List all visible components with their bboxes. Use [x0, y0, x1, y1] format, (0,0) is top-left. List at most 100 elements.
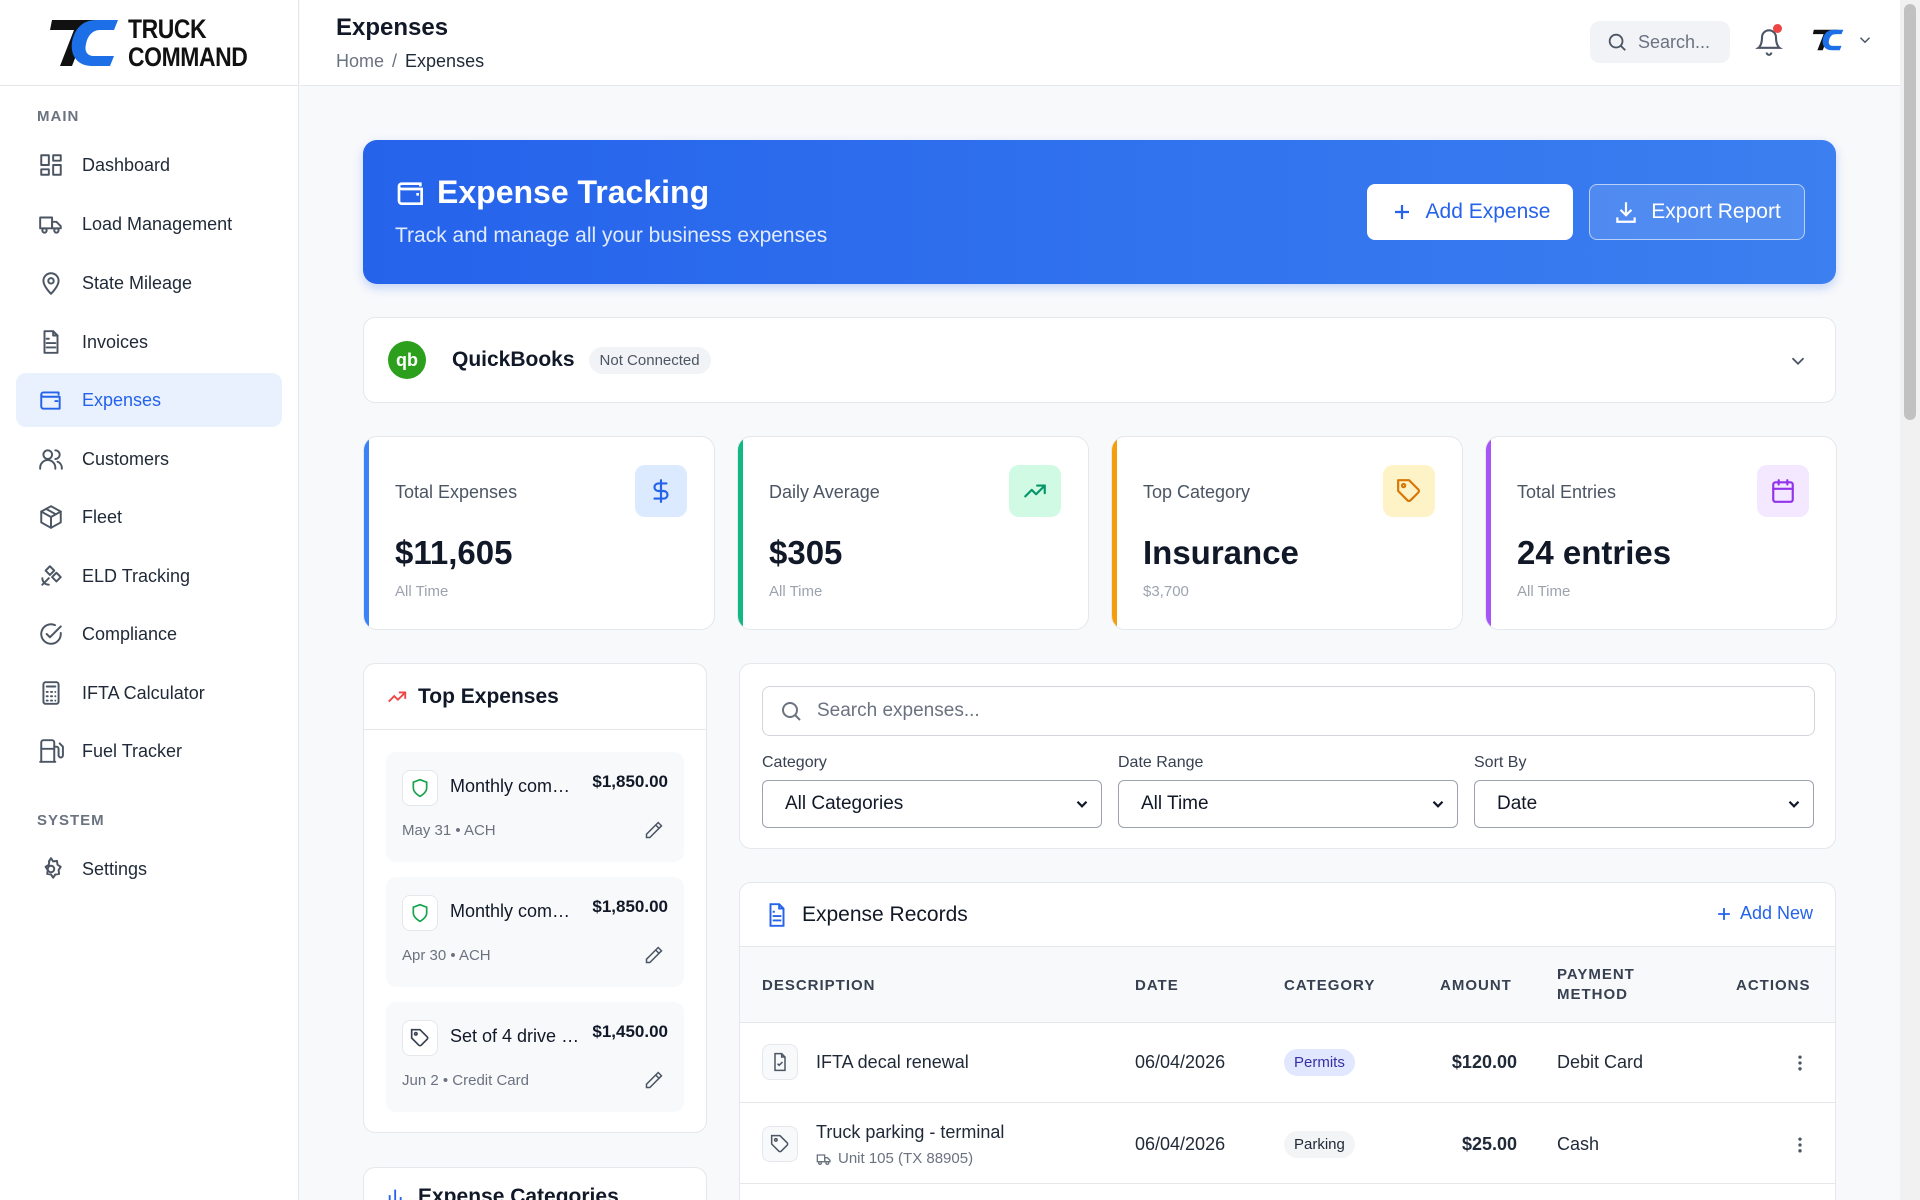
column-header-payment-line1: PAYMENT [1557, 966, 1635, 983]
sidebar-item-load-management[interactable]: Load Management [16, 197, 282, 251]
expense-records-table: DESCRIPTION DATE CATEGORY AMOUNT PAYMENT… [740, 947, 1835, 1184]
brand-name: TRUCK COMMAND [128, 13, 248, 72]
breadcrumb-home[interactable]: Home [336, 51, 384, 72]
stat-sub: All Time [395, 583, 449, 600]
stat-value: $305 [769, 534, 843, 571]
sidebar-item-fuel-tracker[interactable]: Fuel Tracker [16, 724, 282, 778]
bar-chart-icon [388, 1189, 402, 1200]
quickbooks-panel[interactable]: qb QuickBooks Not Connected [363, 317, 1836, 403]
breadcrumb-current: Expenses [405, 51, 485, 71]
add-expense-button[interactable]: Add Expense [1367, 184, 1573, 240]
sidebar-item-label: Customers [82, 448, 170, 469]
item-meta: Apr 30 • ACH [402, 947, 491, 964]
stat-label: Top Category [1143, 482, 1251, 502]
sort-by-select[interactable]: Date [1474, 780, 1814, 828]
date-range-label: Date Range [1118, 754, 1204, 771]
column-header-payment-method[interactable]: PAYMENT METHOD [1557, 965, 1635, 1005]
table-row[interactable]: IFTA decal renewal 06/04/2026 Permits $1… [740, 1023, 1835, 1103]
download-icon [1616, 202, 1636, 223]
sidebar-item-expenses[interactable]: Expenses [16, 373, 282, 427]
sidebar-item-dashboard[interactable]: Dashboard [16, 138, 282, 192]
trending-up-icon [1024, 484, 1046, 498]
sidebar-item-fleet[interactable]: Fleet [16, 490, 282, 544]
category-select-value: All Categories [785, 793, 904, 814]
shield-icon [412, 778, 428, 798]
sidebar-item-compliance[interactable]: Compliance [16, 607, 282, 661]
notifications-button[interactable] [1755, 24, 1783, 61]
stat-label: Total Entries [1517, 482, 1617, 502]
more-vertical-icon[interactable] [1790, 1135, 1810, 1155]
sidebar-item-state-mileage[interactable]: State Mileage [16, 256, 282, 310]
nav-section-main: MAIN [37, 108, 80, 125]
row-amount: $120.00 [1451, 1052, 1517, 1072]
date-range-select[interactable]: All Time [1118, 780, 1458, 828]
chevron-down-icon[interactable] [1787, 350, 1809, 372]
tag-icon [410, 1028, 429, 1047]
truck-icon [816, 1153, 831, 1165]
sidebar-item-label: Load Management [82, 213, 233, 234]
list-item[interactable]: Monthly commercial insurance premium $1,… [386, 877, 684, 987]
sidebar-item-label: Invoices [82, 331, 149, 352]
file-check-icon [774, 1052, 786, 1072]
row-date: 06/04/2026 [1135, 1052, 1226, 1072]
avatar-logo-icon [1812, 29, 1844, 51]
row-icon-box [762, 1044, 798, 1080]
sidebar-item-eld-tracking[interactable]: ELD Tracking [16, 549, 282, 603]
nav-section-system: SYSTEM [37, 812, 105, 829]
table-row[interactable]: Truck parking - terminal Unit 105 (TX 88… [740, 1104, 1835, 1184]
date-range-filter: Date Range All Time [1118, 754, 1458, 828]
sidebar-item-ifta-calculator[interactable]: IFTA Calculator [16, 666, 282, 720]
column-header-category[interactable]: CATEGORY [1284, 977, 1375, 994]
list-item[interactable]: Monthly commercial insurance premium $1,… [386, 752, 684, 862]
column-header-date[interactable]: DATE [1135, 977, 1179, 994]
row-unit: Unit 105 (TX 88905) [816, 1150, 973, 1167]
user-menu[interactable] [1812, 26, 1874, 54]
chevron-down-icon [1432, 800, 1444, 808]
expense-search-input[interactable]: Search expenses... [762, 686, 1815, 736]
sidebar-item-invoices[interactable]: Invoices [16, 315, 282, 369]
stat-card-top-category: Top Category Insurance $3,700 [1111, 436, 1463, 630]
column-header-payment-line2: METHOD [1557, 986, 1628, 1003]
quickbooks-name: QuickBooks [452, 348, 575, 371]
item-icon-box [402, 770, 438, 806]
banner-title-text: Expense Tracking [437, 174, 710, 210]
add-expense-label: Add Expense [1425, 200, 1551, 223]
row-amount: $25.00 [1461, 1134, 1517, 1154]
category-select[interactable]: All Categories [762, 780, 1102, 828]
more-vertical-icon[interactable] [1790, 1053, 1810, 1073]
header-search-input[interactable]: Search... [1590, 21, 1730, 63]
pencil-icon[interactable] [644, 1070, 664, 1090]
pencil-icon[interactable] [644, 820, 664, 840]
sidebar-item-customers[interactable]: Customers [16, 432, 282, 486]
column-header-description[interactable]: DESCRIPTION [762, 977, 876, 994]
sidebar: TRUCK COMMAND MAIN Dashboard Load Manage… [0, 0, 299, 1200]
row-description: Truck parking - terminal [816, 1122, 1005, 1142]
sidebar-item-settings[interactable]: Settings [16, 842, 282, 896]
sidebar-item-label: IFTA Calculator [82, 682, 205, 703]
page-scrollbar[interactable] [1900, 0, 1920, 1200]
stat-label: Daily Average [769, 482, 880, 502]
stat-sub: All Time [769, 583, 823, 600]
shield-icon [412, 903, 428, 923]
dashboard-icon [40, 154, 62, 176]
column-header-amount[interactable]: AMOUNT [1440, 977, 1512, 994]
truck-icon [39, 216, 62, 234]
export-report-button[interactable]: Export Report [1589, 184, 1805, 240]
breadcrumb: Home / Expenses [336, 51, 484, 72]
banner-title: Expense Tracking [395, 174, 709, 211]
row-icon-box [762, 1126, 798, 1162]
calculator-icon [42, 681, 60, 705]
stat-value: 24 entries [1517, 534, 1672, 571]
calendar-icon [1772, 479, 1794, 503]
list-item[interactable]: Set of 4 drive tires $1,450.00 Jun 2 • C… [386, 1002, 684, 1112]
page-title: Expenses [336, 14, 449, 41]
pencil-icon[interactable] [644, 945, 664, 965]
sidebar-item-label: Fuel Tracker [82, 740, 183, 761]
brand-logo[interactable]: TRUCK COMMAND [0, 0, 298, 86]
item-icon-box [402, 1020, 438, 1056]
scrollbar-thumb[interactable] [1904, 4, 1916, 420]
sidebar-item-label: Fleet [82, 506, 123, 527]
item-title: Monthly commercial insurance premium [450, 776, 580, 796]
chevron-down-icon [1859, 37, 1871, 44]
add-new-button[interactable]: Add New [1714, 903, 1813, 924]
